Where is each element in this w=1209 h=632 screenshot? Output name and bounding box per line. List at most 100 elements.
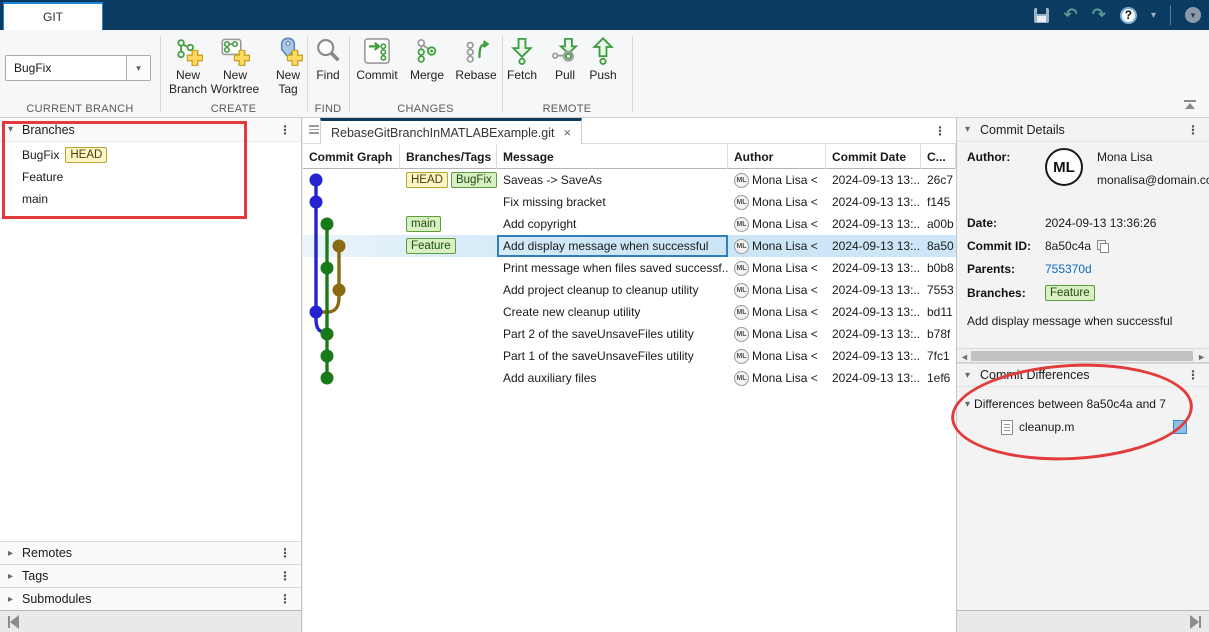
document-bar-grip-icon[interactable] <box>309 125 319 134</box>
table-row[interactable]: Fix missing bracket ML Mona Lisa < 2024-… <box>303 191 956 213</box>
submodules-section-header[interactable]: ▸ Submodules ⋮ <box>0 587 301 610</box>
branch-item-feature[interactable]: Feature <box>0 166 301 188</box>
merge-button[interactable]: Merge <box>399 36 455 82</box>
commit-id: 8a50 <box>927 239 954 253</box>
tags-section-header[interactable]: ▸ Tags ⋮ <box>0 564 301 587</box>
branches-section-header[interactable]: ▾ Branches ⋮ <box>0 118 301 142</box>
expand-chevron-icon[interactable]: ▸ <box>8 571 22 582</box>
submodules-kebab-menu-icon[interactable]: ⋮ <box>279 592 291 606</box>
expand-chevron-icon[interactable]: ▸ <box>8 548 22 559</box>
col-commit-date[interactable]: Commit Date <box>826 144 921 169</box>
avatar: ML <box>734 370 749 386</box>
push-button[interactable]: Push <box>577 36 629 82</box>
scrollbar-right-arrow-icon[interactable]: ► <box>1197 352 1206 362</box>
scroll-right-icon[interactable] <box>1190 615 1201 629</box>
collapse-chevron-icon[interactable]: ▾ <box>965 124 980 135</box>
find-button[interactable]: Find <box>300 36 356 82</box>
table-header-row: Commit Graph Branches/Tags Message Autho… <box>303 144 956 169</box>
commit-button[interactable]: Commit <box>349 36 405 82</box>
group-current-branch: BugFix ▾ CURRENT BRANCH <box>0 30 160 118</box>
commit-id-value: 8a50c4a <box>1045 239 1092 253</box>
commit-table-body: HEAD BugFix Saveas -> SaveAs ML Mona Lis… <box>303 169 956 389</box>
author-name: Mona Lisa < <box>752 371 818 385</box>
col-author[interactable]: Author <box>728 144 826 169</box>
remotes-kebab-menu-icon[interactable]: ⋮ <box>279 546 291 560</box>
commit-details-header[interactable]: ▾ Commit Details ⋮ <box>957 118 1209 142</box>
scroll-left-icon[interactable] <box>8 615 19 629</box>
close-tab-icon[interactable]: × <box>563 125 571 140</box>
table-row[interactable]: HEAD BugFix Saveas -> SaveAs ML Mona Lis… <box>303 169 956 191</box>
save-icon[interactable] <box>1034 7 1050 23</box>
avatar: ML <box>734 348 749 364</box>
commit-id: b78f <box>927 327 951 341</box>
date-value: 2024-09-13 13:36:26 <box>1045 216 1157 230</box>
commit-id: bd11 <box>927 305 953 319</box>
commit-id: 7fc1 <box>927 349 950 363</box>
help-dropdown-caret-icon[interactable]: ▾ <box>1151 10 1156 21</box>
diff-file-row[interactable]: cleanup.m <box>965 415 1209 439</box>
commit-differences-header[interactable]: ▾ Commit Differences ⋮ <box>957 363 1209 387</box>
compare-file-icon[interactable] <box>1173 420 1187 434</box>
table-row[interactable]: Part 2 of the saveUnsaveFiles utility ML… <box>303 323 956 345</box>
details-horizontal-scrollbar[interactable]: ◄ ► <box>957 348 1209 363</box>
collapse-chevron-icon[interactable]: ▾ <box>8 124 22 135</box>
table-row[interactable]: Part 1 of the saveUnsaveFiles utility ML… <box>303 345 956 367</box>
differences-group-label: Differences between 8a50c4a and 7 <box>974 397 1166 411</box>
collapse-bar <box>1184 100 1196 102</box>
branch-item-bugfix[interactable]: BugFix HEAD <box>0 144 301 166</box>
avatar: ML <box>734 326 749 342</box>
author-avatar: ML <box>1045 148 1083 186</box>
parent-commit-link[interactable]: 755370d <box>1045 262 1209 276</box>
author-email: monalisa@domain.com <box>1097 173 1209 187</box>
document-tab[interactable]: RebaseGitBranchInMATLABExample.git × <box>320 118 583 144</box>
pull-icon <box>552 37 579 62</box>
col-message[interactable]: Message <box>497 144 728 169</box>
panel-kebab-menu-icon[interactable]: ⋮ <box>934 124 946 138</box>
col-commit-graph[interactable]: Commit Graph <box>303 144 400 169</box>
ribbon-separator <box>632 36 633 112</box>
remotes-section-header[interactable]: ▸ Remotes ⋮ <box>0 541 301 564</box>
col-branches-tags[interactable]: Branches/Tags <box>400 144 497 169</box>
expand-chevron-icon[interactable]: ▸ <box>8 594 22 605</box>
ribbon-tab-git[interactable]: GIT <box>3 2 103 30</box>
table-row[interactable]: Print message when files saved successf.… <box>303 257 956 279</box>
commit-date: 2024-09-13 13:... <box>832 239 921 253</box>
combobox-arrow-icon[interactable]: ▾ <box>126 56 150 80</box>
help-icon[interactable]: ? <box>1119 6 1137 24</box>
parents-label: Parents: <box>967 262 1016 276</box>
account-dropdown-icon[interactable]: ▾ <box>1185 7 1201 23</box>
commit-date: 2024-09-13 13:... <box>832 217 921 231</box>
copy-icon[interactable] <box>1097 240 1110 253</box>
tags-kebab-menu-icon[interactable]: ⋮ <box>279 569 291 583</box>
remotes-title: Remotes <box>22 546 73 560</box>
table-row[interactable]: main Add copyright ML Mona Lisa < 2024-0… <box>303 213 956 235</box>
undo-icon[interactable]: ↶ <box>1063 5 1077 25</box>
table-row[interactable]: Create new cleanup utility ML Mona Lisa … <box>303 301 956 323</box>
branch-item-main[interactable]: main <box>0 188 301 210</box>
redo-icon[interactable]: ↷ <box>1092 5 1106 25</box>
left-horizontal-scrollbar[interactable] <box>0 610 301 632</box>
scrollbar-left-arrow-icon[interactable]: ◄ <box>960 352 969 362</box>
right-horizontal-scrollbar[interactable] <box>957 610 1209 632</box>
commit-date: 2024-09-13 13:... <box>832 283 921 297</box>
group-changes: Commit Merge Rebase CHANGES <box>349 30 502 118</box>
differences-kebab-menu-icon[interactable]: ⋮ <box>1187 368 1199 382</box>
scrollbar-thumb[interactable] <box>971 351 1193 361</box>
table-row-selected[interactable]: Feature Add display message when success… <box>303 235 956 257</box>
branches-kebab-menu-icon[interactable]: ⋮ <box>279 123 291 137</box>
graph-cell <box>303 169 400 191</box>
commit-id: 26c7 <box>927 173 954 187</box>
collapse-ribbon-button[interactable] <box>1181 100 1199 113</box>
table-row[interactable]: Add project cleanup to cleanup utility M… <box>303 279 956 301</box>
col-commit-id[interactable]: C... <box>921 144 956 169</box>
details-kebab-menu-icon[interactable]: ⋮ <box>1187 123 1199 137</box>
differences-group-row[interactable]: ▾ Differences between 8a50c4a and 7 <box>965 393 1209 415</box>
collapse-chevron-icon[interactable]: ▾ <box>965 399 970 410</box>
commit-message: Fix missing bracket <box>503 195 606 209</box>
new-worktree-button[interactable]: New Worktree <box>207 36 263 96</box>
head-badge: HEAD <box>65 147 108 163</box>
current-branch-combobox[interactable]: BugFix ▾ <box>5 55 151 81</box>
collapse-chevron-icon[interactable]: ▾ <box>965 370 980 381</box>
table-row[interactable]: Add auxiliary files ML Mona Lisa < 2024-… <box>303 367 956 389</box>
collapse-arrow-up-icon <box>1185 103 1195 109</box>
